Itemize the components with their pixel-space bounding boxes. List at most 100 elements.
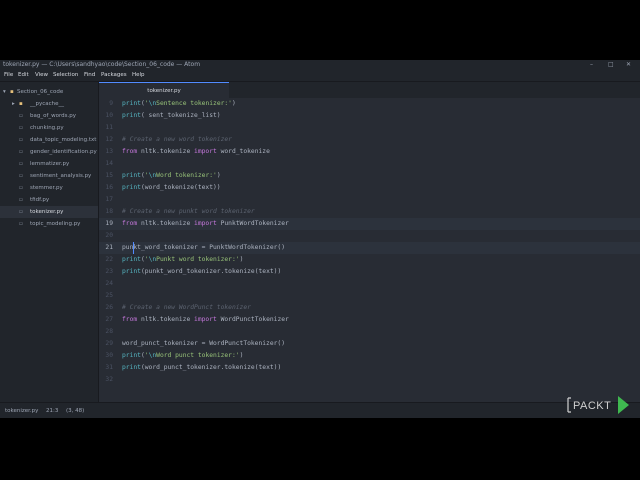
- code-line[interactable]: 32: [99, 374, 640, 386]
- tree-item-file[interactable]: ▫ topic_modeling.py: [0, 218, 98, 230]
- code-token: punkt_word_tokenizer = PunktWordTokenize…: [122, 244, 286, 251]
- code-line[interactable]: 28: [99, 326, 640, 338]
- code-text: print('\nPunkt word tokenizer:'): [122, 254, 243, 266]
- code-line[interactable]: 13 from nltk.tokenize import word_tokeniz…: [99, 146, 640, 158]
- tree-root-folder[interactable]: ▾ ▪ Section_06_code: [0, 86, 98, 98]
- tree-item-file[interactable]: ▫ lemmatizer.py: [0, 158, 98, 170]
- code-line[interactable]: 17: [99, 194, 640, 206]
- packt-logo: PACKT: [566, 394, 630, 416]
- tree-item-file[interactable]: ▫ chunking.py: [0, 122, 98, 134]
- code-token: # Create a new punkt word tokenizer: [122, 208, 255, 215]
- line-number: 23: [105, 268, 113, 275]
- file-icon: ▫: [19, 221, 23, 227]
- tree-item-folder[interactable]: ▸ ▪ __pycache__: [0, 98, 98, 110]
- tree-item-label: tokenizer.py: [30, 209, 64, 215]
- code-text: print(punkt_word_tokenizer.tokenize(text…: [122, 266, 281, 278]
- line-number: 25: [105, 292, 113, 299]
- code-token: ( sent_tokenize_list): [140, 112, 221, 119]
- code-line[interactable]: 30 print('\nWord punct tokenizer:'): [99, 350, 640, 362]
- line-number: 24: [105, 280, 113, 287]
- code-text: from nltk.tokenize import word_tokenize: [122, 146, 270, 158]
- line-number: 30: [105, 352, 113, 359]
- code-line[interactable]: 26 # Create a new WordPunct tokenizer: [99, 302, 640, 314]
- code-line[interactable]: 9 print('\nSentence tokenizer:'): [99, 98, 640, 110]
- code-line[interactable]: 12 # Create a new word tokenizer: [99, 134, 640, 146]
- code-line[interactable]: 19 from nltk.tokenize import PunktWordTok…: [99, 218, 640, 230]
- file-icon: ▫: [19, 149, 23, 155]
- code-token: print: [122, 112, 141, 119]
- code-line[interactable]: 21 punkt_word_tokenizer = PunktWordTokeni…: [99, 242, 640, 254]
- line-number: 9: [109, 100, 113, 107]
- tree-item-file[interactable]: ▫ sentiment_analysis.py: [0, 170, 98, 182]
- code-token: ): [239, 256, 244, 263]
- code-token: (word_tokenize(text)): [140, 184, 221, 191]
- code-token: word_punct_tokenizer = WordPunctTokenize…: [122, 340, 286, 347]
- menu-help[interactable]: Help: [132, 70, 145, 81]
- code-line[interactable]: 29 word_punct_tokenizer = WordPunctTokeni…: [99, 338, 640, 350]
- code-token: (word_punct_tokenizer.tokenize(text)): [140, 364, 282, 371]
- tree-item-file[interactable]: ▫ tfidf.py: [0, 194, 98, 206]
- tab-tokenizer[interactable]: tokenizer.py: [99, 82, 229, 98]
- minimize-icon[interactable]: –: [590, 60, 593, 70]
- code-text: print( sent_tokenize_list): [122, 110, 221, 122]
- status-selection-count: (3, 48): [66, 408, 85, 414]
- code-line[interactable]: 15 print('\nWord tokenizer:'): [99, 170, 640, 182]
- menu-selection[interactable]: Selection: [53, 70, 78, 81]
- line-number: 10: [105, 112, 113, 119]
- atom-window: tokenizer.py — C:\Users\sandhyao\code\Se…: [0, 60, 640, 418]
- code-token: PunktWordTokenizer: [216, 220, 289, 227]
- tree-item-label: lemmatizer.py: [30, 161, 70, 167]
- close-icon[interactable]: ✕: [626, 60, 631, 70]
- tree-item-label: gender_identification.py: [30, 149, 97, 155]
- line-number: 20: [105, 232, 113, 239]
- code-token: Sentence tokenizer:': [156, 100, 232, 107]
- code-line[interactable]: 11: [99, 122, 640, 134]
- tree-view: ▾ ▪ Section_06_code ▸ ▪ __pycache__ ▫ bag_of…: [0, 82, 99, 402]
- code-line[interactable]: 22 print('\nPunkt word tokenizer:'): [99, 254, 640, 266]
- code-line[interactable]: 16 print(word_tokenize(text)): [99, 182, 640, 194]
- line-number: 13: [105, 148, 113, 155]
- code-text: # Create a new word tokenizer: [122, 134, 232, 146]
- tree-item-file[interactable]: ▫ tokenizer.py: [0, 206, 98, 218]
- menu-packages[interactable]: Packages: [101, 70, 127, 81]
- status-file-name[interactable]: tokenizer.py: [5, 403, 38, 418]
- line-number: 22: [105, 256, 113, 263]
- menu-view[interactable]: View: [35, 70, 48, 81]
- tree-item-label: stemmer.py: [30, 185, 63, 191]
- text-cursor: [133, 242, 134, 254]
- code-line[interactable]: 18 # Create a new punkt word tokenizer: [99, 206, 640, 218]
- file-icon: ▫: [19, 125, 23, 131]
- code-token: Word tokenizer:': [156, 172, 217, 179]
- code-editor[interactable]: 9 print('\nSentence tokenizer:') 10 print( …: [99, 98, 640, 402]
- code-line[interactable]: 24: [99, 278, 640, 290]
- file-icon: ▫: [19, 173, 23, 179]
- code-line[interactable]: 25: [99, 290, 640, 302]
- tree-root-label: Section_06_code: [17, 89, 64, 95]
- line-number: 18: [105, 208, 113, 215]
- line-number: 17: [105, 196, 113, 203]
- code-token: nltk.tokenize: [137, 148, 195, 155]
- maximize-icon[interactable]: □: [608, 60, 614, 70]
- code-token: import: [194, 220, 217, 227]
- tree-item-file[interactable]: ▫ gender_identification.py: [0, 146, 98, 158]
- code-token: print: [122, 172, 141, 179]
- status-cursor-position[interactable]: 21:3: [46, 403, 58, 418]
- code-line[interactable]: 31 print(word_punct_tokenizer.tokenize(te…: [99, 362, 640, 374]
- code-line[interactable]: 23 print(punkt_word_tokenizer.tokenize(te…: [99, 266, 640, 278]
- code-line[interactable]: 14: [99, 158, 640, 170]
- code-text: print('\nWord tokenizer:'): [122, 170, 221, 182]
- code-line[interactable]: 27 from nltk.tokenize import WordPunctTok…: [99, 314, 640, 326]
- chevron-down-icon: ▾: [3, 89, 6, 95]
- menu-find[interactable]: Find: [84, 70, 95, 81]
- tree-item-file[interactable]: ▫ data_topic_modeling.txt: [0, 134, 98, 146]
- tree-item-label: sentiment_analysis.py: [30, 173, 92, 179]
- code-text: from nltk.tokenize import WordPunctToken…: [122, 314, 289, 326]
- tree-item-file[interactable]: ▫ stemmer.py: [0, 182, 98, 194]
- tree-item-file[interactable]: ▫ bag_of_words.py: [0, 110, 98, 122]
- menu-edit[interactable]: Edit: [18, 70, 29, 81]
- code-token: Word punct tokenizer:': [156, 352, 240, 359]
- line-number: 11: [105, 124, 113, 131]
- code-line[interactable]: 20: [99, 230, 640, 242]
- code-line[interactable]: 10 print( sent_tokenize_list): [99, 110, 640, 122]
- menu-file[interactable]: File: [4, 70, 13, 81]
